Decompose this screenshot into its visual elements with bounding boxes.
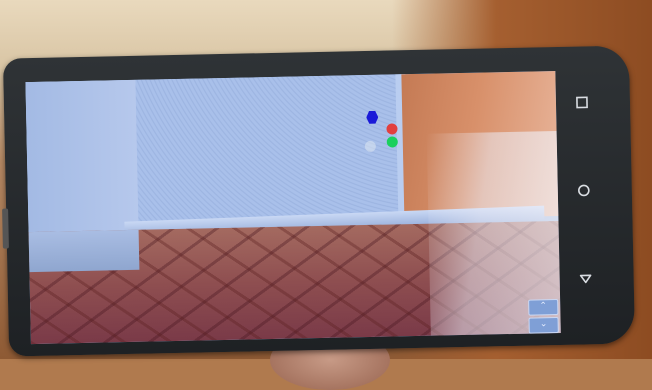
phone-side-button <box>2 208 9 249</box>
home-button[interactable] <box>572 178 596 202</box>
phone-body: ⌃ ⌄ <box>2 45 636 357</box>
camera-floor-shadow <box>28 229 140 273</box>
recent-apps-button[interactable] <box>570 90 594 114</box>
triangle-back-icon <box>579 274 592 284</box>
camera-view[interactable]: ⌃ ⌄ <box>25 71 561 345</box>
move-down-button[interactable]: ⌄ <box>528 317 559 334</box>
square-icon <box>576 96 588 109</box>
chevron-up-icon: ⌃ <box>539 301 548 312</box>
back-button[interactable] <box>573 266 597 290</box>
circle-icon <box>578 184 590 197</box>
chevron-down-icon: ⌄ <box>539 319 548 330</box>
move-up-button[interactable]: ⌃ <box>528 299 559 316</box>
